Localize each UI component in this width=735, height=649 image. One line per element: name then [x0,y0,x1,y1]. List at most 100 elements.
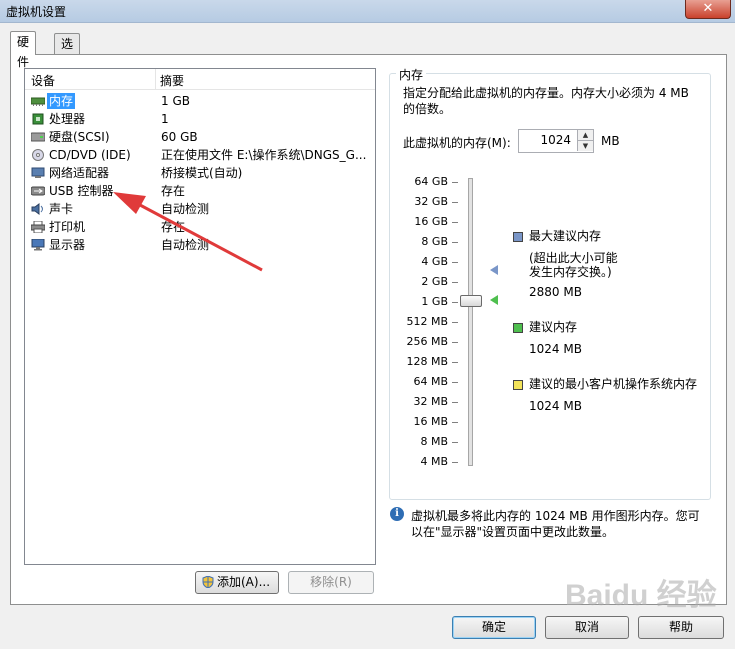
memory-description: 指定分配给此虚拟机的内存量。内存大小必须为 4 MB 的倍数。 [403,86,689,116]
tab-hardware[interactable]: 硬件 [10,31,37,69]
scale-label: 32 GB [414,195,448,208]
scale-tick [452,462,458,463]
ok-button[interactable]: 确定 [452,616,536,639]
device-summary: 1 GB [161,94,190,108]
tab-options[interactable]: 选项 [54,33,81,71]
scale-label: 8 MB [420,435,448,448]
display-icon [31,239,45,251]
scale-tick [452,382,458,383]
device-row-hard-disk[interactable]: 硬盘(SCSI) 60 GB [26,128,373,146]
spin-down-button[interactable]: ▼ [577,141,593,151]
close-button[interactable]: ✕ [685,0,731,19]
window-title: 虚拟机设置 [6,5,67,19]
title-bar[interactable]: 虚拟机设置 ✕ [0,0,735,23]
memory-slider-thumb[interactable] [460,295,482,307]
recommended-memory-title: 建议内存 [529,320,578,334]
scale-label: 2 GB [421,275,448,288]
hard-disk-icon [31,132,45,142]
device-list[interactable]: 设备 摘要 内存 1 GB 处理器 1 硬盘(SCSI) 60 GB CD/DV… [24,68,376,565]
column-device[interactable]: 设备 [31,72,55,89]
scale-label: 4 MB [420,455,448,468]
minimum-memory-swatch [513,380,523,390]
scale-tick [452,262,458,263]
device-name: CD/DVD (IDE) [49,148,131,162]
recommended-memory-swatch [513,323,523,333]
scale-tick [452,362,458,363]
device-name: 硬盘(SCSI) [49,130,110,144]
scale-label: 512 MB [406,315,448,328]
cancel-button[interactable]: 取消 [545,616,629,639]
scale-tick [452,442,458,443]
add-button-label: 添加(A)... [217,575,271,589]
max-memory-note-2: 发生内存交换。) [529,265,612,279]
device-row-processor[interactable]: 处理器 1 [26,110,373,128]
device-name: 显示器 [49,238,86,252]
memory-size-label: 此虚拟机的内存(M): [403,136,511,150]
help-button[interactable]: 帮助 [638,616,724,639]
scale-label: 1 GB [421,295,448,308]
info-text: 虚拟机最多将此内存的 1024 MB 用作图形内存。您可以在"显示器"设置页面中… [411,509,700,539]
device-name: 内存 [47,93,76,109]
spin-up-button[interactable]: ▲ [577,130,593,141]
scale-tick [452,302,458,303]
device-row-display[interactable]: 显示器 自动检测 [26,236,373,254]
scale-label: 64 GB [414,175,448,188]
device-summary: 存在 [161,220,186,234]
max-memory-title: 最大建议内存 [529,229,602,243]
sound-card-icon [31,203,43,215]
scale-label: 128 MB [406,355,448,368]
max-memory-swatch [513,232,523,242]
device-name: 网络适配器 [49,166,110,180]
scale-tick [452,282,458,283]
max-recommended-marker [490,265,498,275]
device-summary: 自动检测 [161,202,210,216]
device-name: 打印机 [49,220,86,234]
recommended-marker [490,295,498,305]
add-button[interactable]: 添加(A)... [195,571,279,594]
device-summary: 1 [161,112,169,126]
memory-size-input[interactable]: 1024 [540,133,571,147]
device-row-network-adapter[interactable]: 网络适配器 桥接模式(自动) [26,164,373,182]
scale-label: 4 GB [421,255,448,268]
device-summary: 60 GB [161,130,198,144]
usb-icon [31,186,45,196]
device-row-cd-dvd[interactable]: CD/DVD (IDE) 正在使用文件 E:\操作系统\DNGS_G... [26,146,373,164]
memory-icon [31,97,45,106]
device-row-printer[interactable]: 打印机 存在 [26,218,373,236]
scale-label: 32 MB [413,395,448,408]
vm-settings-window: 虚拟机设置 ✕ 硬件 选项 设备 摘要 内存 1 GB 处理器 1 硬盘(SCS… [0,0,735,649]
cd-dvd-icon [32,149,44,161]
scale-label: 64 MB [413,375,448,388]
network-adapter-icon [31,167,45,178]
graphics-memory-info: i 虚拟机最多将此内存的 1024 MB 用作图形内存。您可以在"显示器"设置页… [389,505,714,550]
scale-tick [452,202,458,203]
memory-slider-track[interactable] [468,178,473,466]
scale-tick [452,242,458,243]
info-icon: i [390,507,404,521]
device-summary: 自动检测 [161,238,210,252]
scale-label: 256 MB [406,335,448,348]
memory-size-spinner[interactable]: 1024 ▲ ▼ [518,129,594,153]
device-name: USB 控制器 [49,184,114,198]
device-name: 声卡 [49,202,74,216]
minimum-memory-title: 建议的最小客户机操作系统内存 [529,377,698,391]
scale-label: 16 GB [414,215,448,228]
device-row-usb-controller[interactable]: USB 控制器 存在 [26,182,373,200]
watermark: Baidu 经验 [565,579,717,612]
column-separator[interactable] [155,69,156,89]
scale-tick [452,322,458,323]
scale-tick [452,182,458,183]
scale-tick [452,402,458,403]
max-memory-value: 2880 MB [529,285,582,299]
remove-button[interactable]: 移除(R) [288,571,374,594]
recommended-memory-value: 1024 MB [529,342,582,356]
shield-icon [202,576,214,588]
column-summary[interactable]: 摘要 [160,72,184,89]
device-summary: 桥接模式(自动) [161,166,243,180]
device-row-memory[interactable]: 内存 1 GB [26,92,373,110]
device-row-sound-card[interactable]: 声卡 自动检测 [26,200,373,218]
scale-label: 8 GB [421,235,448,248]
list-header: 设备 摘要 [25,69,375,90]
scale-tick [452,342,458,343]
printer-icon [31,221,45,233]
